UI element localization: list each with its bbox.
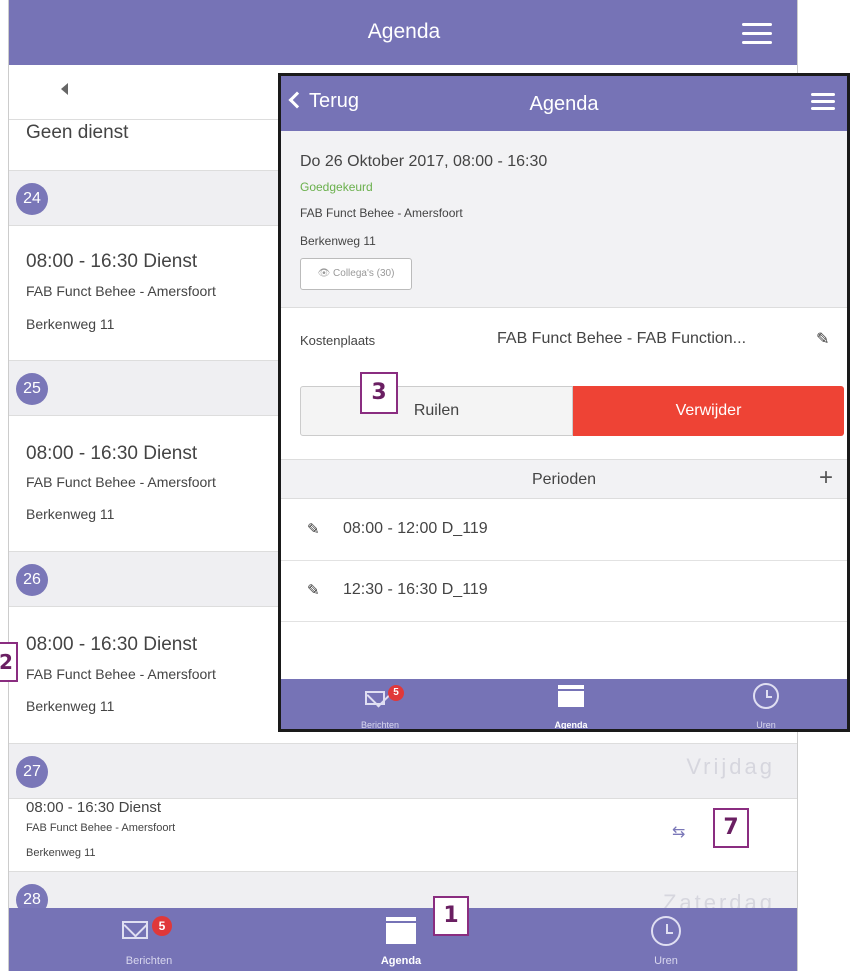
day-number-badge: 27 — [16, 756, 48, 788]
tab-label: Berichten — [360, 720, 400, 730]
detail-tab-bar: 5 Berichten Agenda Uren — [281, 679, 847, 730]
shift-time: 08:00 - 16:30 Dienst — [26, 799, 162, 816]
swap-button[interactable]: Ruilen — [300, 386, 573, 436]
shift-location: FAB Funct Behee - Amersfoort — [26, 822, 176, 834]
envelope-icon — [122, 921, 148, 939]
calendar-icon — [386, 917, 416, 944]
shift-time: 08:00 - 16:30 Dienst — [26, 251, 198, 272]
periods-header: Perioden + — [281, 459, 847, 499]
edit-pencil-icon[interactable]: ✎ — [307, 581, 320, 599]
callout-marker: 2 — [0, 642, 18, 682]
tab-berichten[interactable]: 5 Berichten — [325, 679, 435, 730]
callout-marker: 1 — [433, 896, 469, 936]
menu-icon[interactable] — [742, 23, 772, 45]
tab-label: Agenda — [554, 720, 588, 730]
clock-icon — [753, 683, 779, 709]
tab-label: Berichten — [125, 955, 173, 967]
period-row[interactable]: ✎ 08:00 - 12:00 D_119 — [281, 500, 847, 561]
shift-address: Berkenweg 11 — [26, 698, 115, 714]
day-number-badge: 26 — [16, 564, 48, 596]
detail-header: Terug Agenda — [281, 76, 847, 131]
day-number-badge: 25 — [16, 373, 48, 405]
page-title: Agenda — [367, 20, 441, 43]
cost-center-label: Kostenplaats — [300, 333, 376, 348]
shift-address: Berkenweg 11 — [26, 316, 115, 332]
tab-agenda[interactable]: Agenda — [516, 679, 626, 730]
shift-location: FAB Funct Behee - Amersfoort — [26, 283, 216, 299]
unread-badge: 5 — [152, 916, 172, 936]
shift-address: Berkenweg 11 — [300, 234, 376, 248]
weekday-label: Vrijdag — [686, 754, 775, 779]
detail-title: Agenda — [529, 93, 599, 115]
day-number-badge: 24 — [16, 183, 48, 215]
bottom-tab-bar: 5 Berichten Agenda Uren — [9, 908, 797, 971]
shift-address: Berkenweg 11 — [26, 506, 115, 522]
tab-uren[interactable]: Uren — [711, 679, 821, 730]
shift-address: Berkenweg 11 — [26, 847, 96, 859]
cost-center-value: FAB Funct Behee - FAB Function... — [497, 330, 747, 347]
callout-marker: 7 — [713, 808, 749, 848]
day-header: 27 Vrijdag — [9, 743, 797, 799]
shift-details: Do 26 Oktober 2017, 08:00 - 16:30 Goedge… — [281, 131, 847, 308]
edit-pencil-icon[interactable]: ✎ — [816, 329, 829, 349]
shift-time: 08:00 - 16:30 Dienst — [26, 443, 198, 464]
shift-location: FAB Funct Behee - Amersfoort — [300, 206, 463, 220]
shift-time: 08:00 - 16:30 Dienst — [26, 634, 198, 655]
clock-icon — [651, 916, 681, 946]
period-row[interactable]: ✎ 12:30 - 16:30 D_119 — [281, 561, 847, 622]
app-header: Agenda — [9, 0, 797, 65]
calendar-icon — [558, 685, 584, 707]
tab-uren[interactable]: Uren — [606, 908, 726, 971]
add-period-icon[interactable]: + — [819, 464, 833, 492]
periods-title: Perioden — [531, 471, 597, 488]
eye-icon: 👁 — [317, 268, 331, 279]
colleagues-label: Collega's (30) — [333, 268, 395, 279]
edit-pencil-icon[interactable]: ✎ — [307, 520, 320, 538]
colleagues-button[interactable]: 👁 Collega's (30) — [300, 258, 412, 290]
menu-icon[interactable] — [811, 93, 835, 111]
approval-status: Goedgekeurd — [300, 180, 373, 194]
period-label: 12:30 - 16:30 D_119 — [343, 581, 488, 598]
shift-location: FAB Funct Behee - Amersfoort — [26, 474, 216, 490]
unread-badge: 5 — [388, 685, 404, 701]
previous-arrow-icon[interactable] — [61, 83, 68, 95]
tab-label: Uren — [756, 720, 776, 730]
shift-date-time: Do 26 Oktober 2017, 08:00 - 16:30 — [300, 153, 548, 170]
no-service-text: Geen dienst — [26, 122, 129, 143]
tab-label: Uren — [654, 955, 678, 967]
tab-label: Agenda — [380, 955, 422, 967]
envelope-icon — [365, 691, 385, 705]
tab-berichten[interactable]: 5 Berichten — [89, 908, 209, 971]
period-label: 08:00 - 12:00 D_119 — [343, 520, 488, 537]
callout-marker: 3 — [360, 372, 398, 414]
delete-button[interactable]: Verwijder — [573, 386, 844, 436]
shift-location: FAB Funct Behee - Amersfoort — [26, 666, 216, 682]
swap-icon[interactable]: ⇆ — [672, 822, 685, 842]
